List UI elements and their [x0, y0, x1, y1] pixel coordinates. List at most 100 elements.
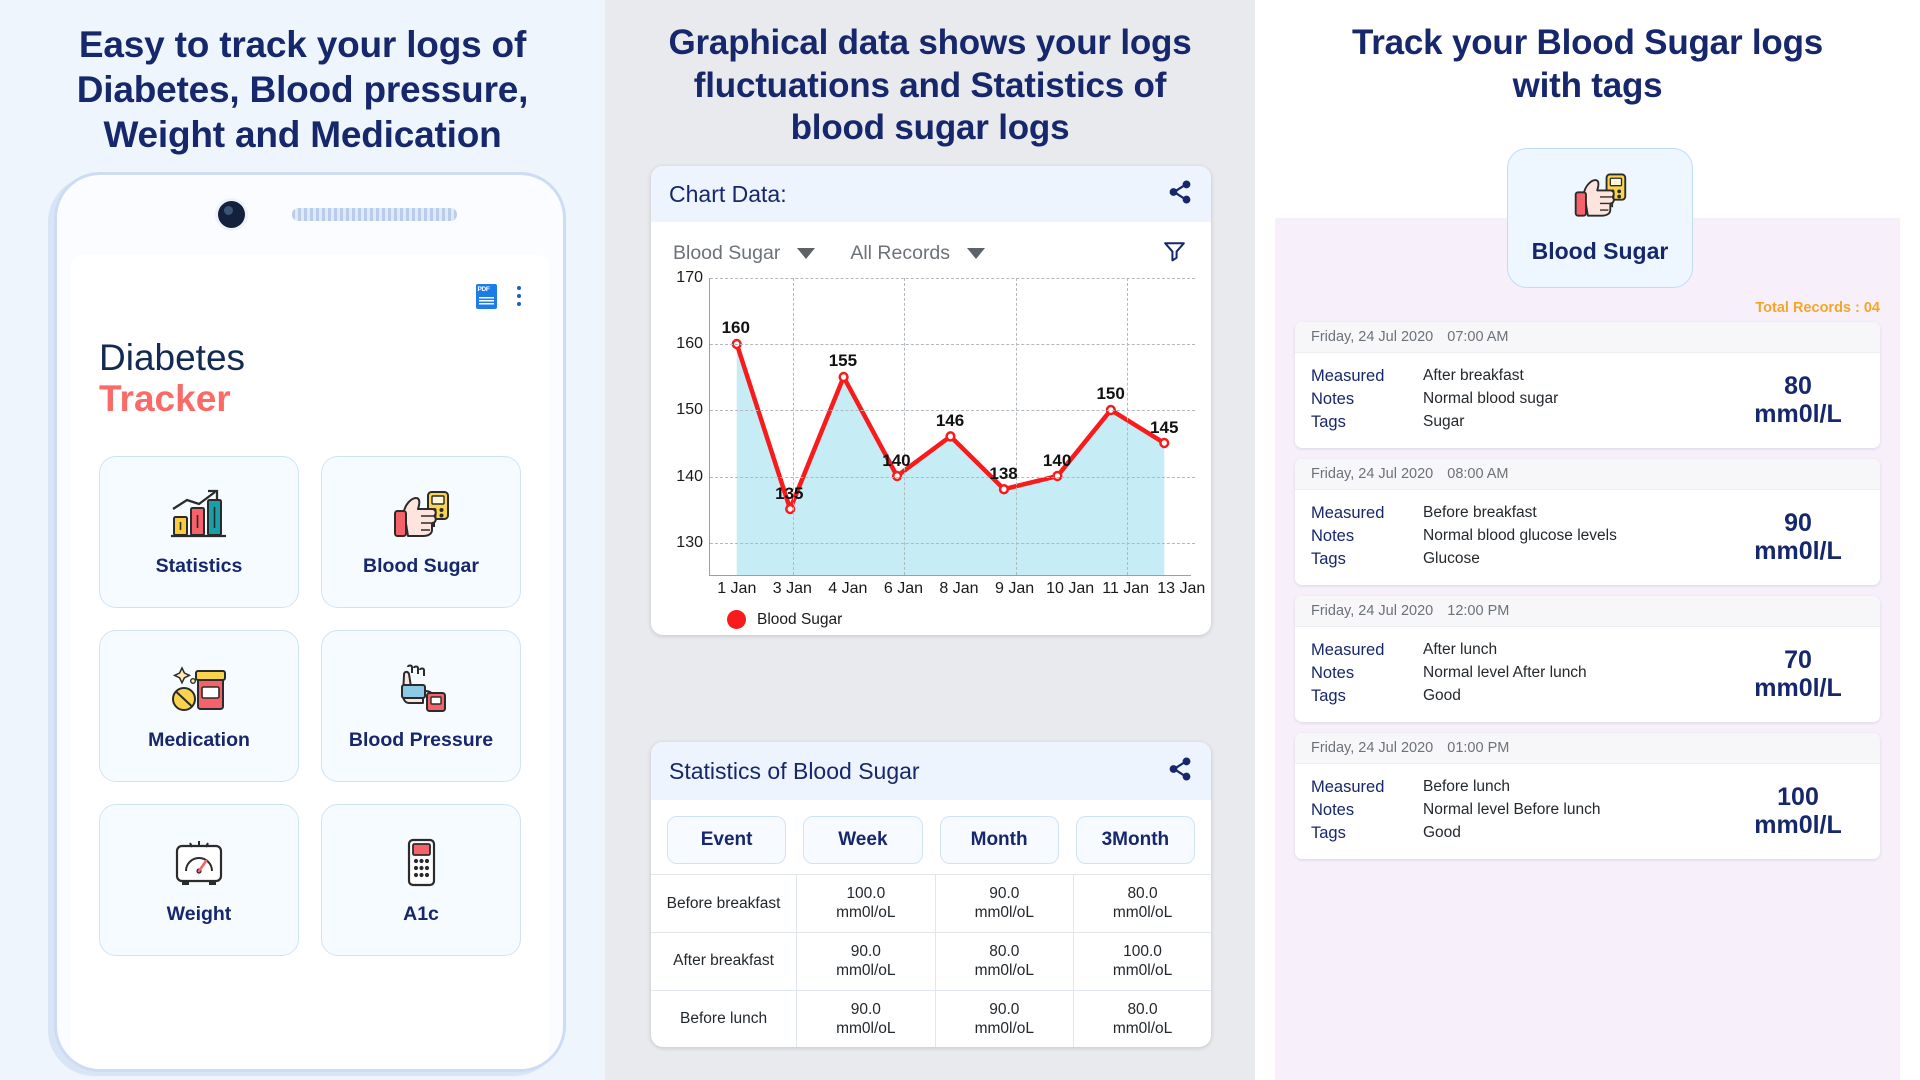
chart-data-point[interactable]	[947, 432, 955, 440]
tile-a1c[interactable]: A1c	[321, 804, 521, 957]
x-tick-label: 10 Jan	[1046, 580, 1095, 597]
y-tick-label: 170	[676, 269, 703, 286]
h-gridline	[710, 344, 1195, 346]
x-tick-label: 6 Jan	[883, 580, 924, 597]
record-time: 07:00 AM	[1447, 329, 1509, 345]
chart-point-label: 160	[721, 318, 750, 338]
panel1-headline: Easy to track your logs of Diabetes, Blo…	[76, 24, 529, 156]
record-card-body: Measured Before breakfast Notes Normal bloo…	[1295, 490, 1880, 585]
field-label-tags: Tags	[1311, 550, 1346, 568]
tile-statistics[interactable]: Statistics	[99, 456, 299, 609]
overflow-menu-icon[interactable]	[516, 285, 521, 307]
range-tab-event[interactable]: Event	[667, 816, 787, 864]
tile-medication[interactable]: Medication	[99, 630, 299, 783]
x-tick-label: 9 Jan	[994, 580, 1035, 597]
bp-cuff-arm-icon	[390, 661, 452, 715]
record-card[interactable]: Friday, 24 Jul 2020 07:00 AM Measured After…	[1295, 322, 1880, 448]
x-tick-label: 4 Jan	[828, 580, 868, 597]
stat-value-cell: 90.0 mm0l/oL	[796, 989, 936, 1048]
stat-value-cell: 90.0 mm0l/oL	[935, 874, 1075, 933]
field-value-notes: Normal blood glucose levels	[1423, 527, 1617, 544]
app-screen: Diabetes Tracker	[71, 255, 549, 1069]
field-label-tags: Tags	[1311, 687, 1346, 705]
tile-label: Statistics	[155, 554, 243, 577]
feature-tile-grid: Statistics Blood Sugar Medication Blood …	[99, 456, 521, 957]
chart-card-title: Chart Data:	[669, 180, 787, 207]
record-row-tags: Tags Glucose	[1311, 550, 1732, 569]
v-gridline	[1015, 278, 1017, 575]
panel-feature-overview: Easy to track your logs of Diabetes, Blo…	[0, 0, 605, 1080]
camera-icon	[218, 201, 245, 228]
chart-point-label: 146	[935, 410, 965, 430]
legend-color-dot	[727, 610, 746, 629]
x-tick-label: 1 Jan	[717, 580, 757, 597]
record-range-select[interactable]: All Records	[850, 242, 986, 265]
record-row-notes: Notes Normal level Before lunch	[1311, 801, 1732, 820]
field-value-measured: Before breakfast	[1423, 504, 1537, 521]
record-fields: Measured Before breakfast Notes Normal bloo…	[1311, 500, 1732, 573]
tile-blood-pressure[interactable]: Blood Pressure	[321, 630, 521, 783]
phone-mockup: Diabetes Tracker	[54, 172, 566, 1072]
stat-value-cell: 100.0 mm0l/oL	[796, 874, 936, 933]
tile-weight[interactable]: Weight	[99, 804, 299, 957]
record-date: Friday, 24 Jul 2020	[1311, 466, 1434, 482]
record-fields: Measured After breakfast Notes Normal blood…	[1311, 363, 1732, 436]
field-label-notes: Notes	[1311, 801, 1355, 819]
y-tick-label: 160	[676, 335, 703, 353]
stat-event-name: Before breakfast	[651, 874, 798, 933]
field-value-measured: After lunch	[1423, 641, 1498, 658]
range-tab-week[interactable]: Week	[803, 816, 923, 864]
record-date: Friday, 24 Jul 2020	[1311, 329, 1434, 345]
field-value-notes: Normal level After lunch	[1423, 664, 1587, 681]
record-row-measured: Measured Before lunch	[1311, 778, 1732, 797]
funnel-filter-icon[interactable]	[1162, 238, 1187, 268]
field-label-measured: Measured	[1311, 504, 1385, 522]
blood-sugar-line-chart: 130 140 150 160 170 1 Jan 3 Jan 4 Jan 6 Jan 8 Ja…	[665, 269, 1205, 629]
chart-y-axis: 130 140 150 160 170	[665, 269, 705, 576]
chart-body: Blood Sugar All Records 130 140 150 160 170	[651, 222, 1211, 635]
tile-blood-sugar[interactable]: Blood Sugar	[321, 456, 521, 609]
chart-point-label: 140	[1042, 450, 1072, 470]
glucometer-thumb-icon	[390, 487, 452, 541]
share-icon[interactable]	[1167, 179, 1193, 210]
record-card[interactable]: Friday, 24 Jul 2020 01:00 PM Measured Befor…	[1295, 733, 1880, 859]
statistics-card-header: Statistics of Blood Sugar	[651, 742, 1211, 800]
record-card[interactable]: Friday, 24 Jul 2020 08:00 AM Measured Befor…	[1295, 459, 1880, 585]
record-card[interactable]: Friday, 24 Jul 2020 12:00 PM Measured After…	[1295, 596, 1880, 722]
statistics-card-title: Statistics of Blood Sugar	[669, 757, 920, 784]
total-records-count: Total Records : 04	[1755, 300, 1880, 316]
chart-data-point[interactable]	[1000, 485, 1008, 493]
record-measurement-value: 70 mm0l/L	[1732, 646, 1864, 702]
tile-blood-sugar-selected[interactable]: Blood Sugar	[1507, 148, 1693, 288]
phone-top-bezel	[57, 175, 563, 255]
stat-value-cell: 80.0 mm0l/oL	[1073, 989, 1211, 1048]
record-time: 01:00 PM	[1447, 740, 1510, 756]
field-label-notes: Notes	[1311, 390, 1355, 408]
metric-type-select[interactable]: Blood Sugar	[673, 242, 816, 265]
record-measurement-value: 90 mm0l/L	[1732, 509, 1864, 565]
share-icon[interactable]	[1167, 756, 1193, 787]
chart-data-point[interactable]	[1160, 439, 1168, 447]
x-tick-label: 11 Jan	[1102, 580, 1150, 597]
glucometer-thumb-icon	[1571, 171, 1629, 226]
range-tab-3month[interactable]: 3Month	[1075, 816, 1195, 864]
range-tab-month[interactable]: Month	[939, 816, 1059, 864]
chart-point-label: 145	[1150, 417, 1179, 437]
field-value-notes: Normal level Before lunch	[1423, 801, 1601, 818]
field-label-tags: Tags	[1311, 824, 1346, 842]
stat-value-cell: 90.0 mm0l/oL	[935, 989, 1075, 1048]
record-row-notes: Notes Normal blood sugar	[1311, 390, 1732, 409]
pdf-export-icon[interactable]	[475, 283, 497, 309]
chart-data-point[interactable]	[840, 373, 848, 381]
x-tick-label: 3 Jan	[772, 580, 812, 597]
chart-point-label: 138	[989, 463, 1018, 483]
stat-value-cell: 90.0 mm0l/oL	[796, 931, 936, 990]
field-value-tags: Good	[1423, 824, 1461, 841]
measurement-number: 90	[1784, 508, 1812, 537]
record-row-tags: Tags Good	[1311, 824, 1732, 843]
tile-label: Blood Pressure	[348, 728, 494, 751]
record-card-body: Measured Before lunch Notes Normal level Be…	[1295, 764, 1880, 859]
y-tick-label: 130	[676, 533, 703, 551]
table-row: Before lunch 90.0 mm0l/oL 90.0 mm0l/oL 80.0 mm…	[651, 989, 1211, 1048]
table-row: After breakfast 90.0 mm0l/oL 80.0 mm0l/oL 100…	[651, 931, 1211, 990]
